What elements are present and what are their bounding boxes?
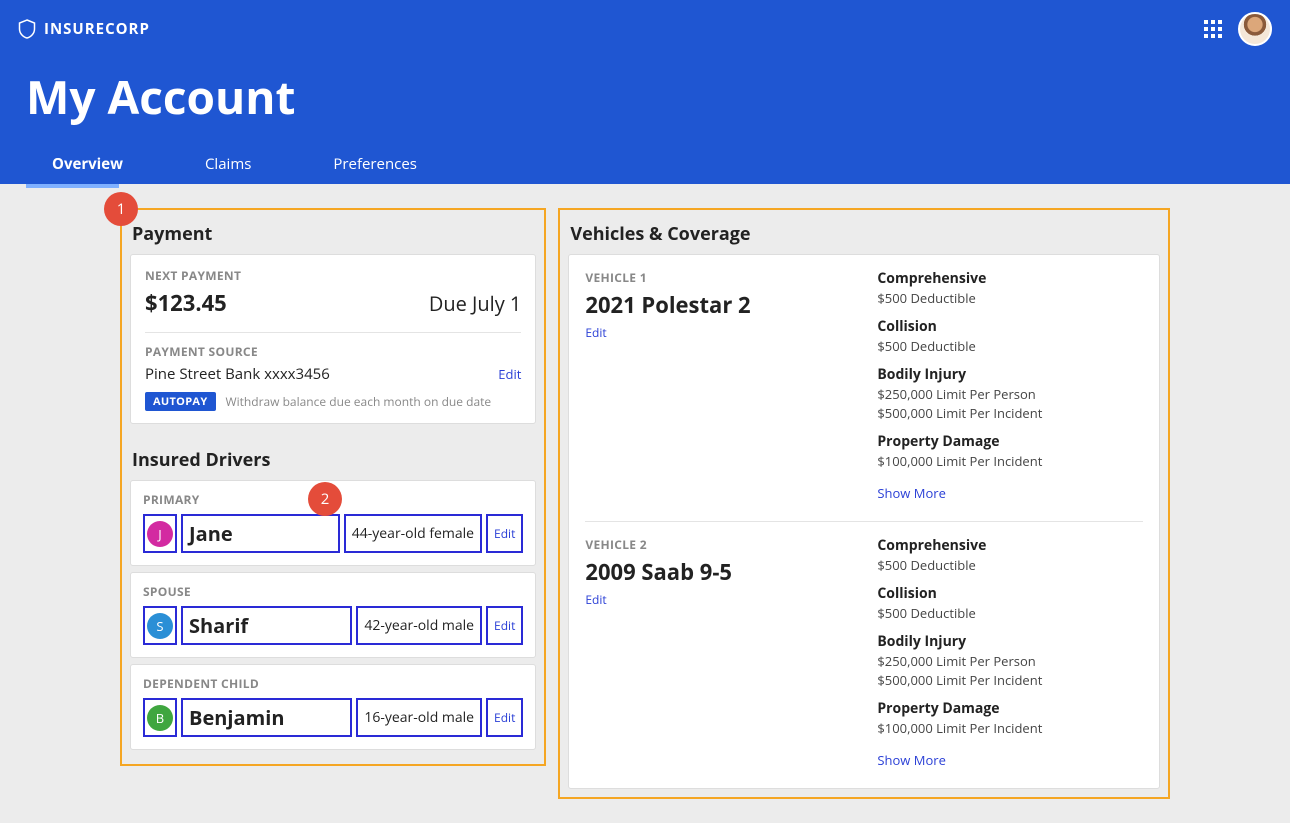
vehicles-card: VEHICLE 1 2021 Polestar 2 Edit Comprehensiv… [568, 254, 1160, 789]
coverage-item: Collision$500 Deductible [877, 317, 1143, 355]
driver-name-box: Benjamin [181, 698, 352, 737]
vehicle-name: 2009 Saab 9-5 [585, 557, 857, 587]
coverage-item: Bodily Injury$250,000 Limit Per Person$5… [877, 365, 1143, 422]
left-column: 1 2 Payment NEXT PAYMENT $123.45 Due Jul… [120, 208, 546, 766]
coverage-item: Collision$500 Deductible [877, 584, 1143, 622]
autopay-description: Withdraw balance due each month on due d… [226, 393, 492, 410]
driver-initial-icon: B [147, 705, 173, 731]
show-more-link[interactable]: Show More [877, 484, 946, 502]
driver-desc-box: 16-year-old male [356, 698, 482, 737]
coverage-detail: $500 Deductible [877, 289, 1143, 307]
annotation-marker-1: 1 [104, 192, 138, 226]
driver-avatar-box: B [143, 698, 177, 737]
coverage-item: Comprehensive$500 Deductible [877, 269, 1143, 307]
edit-driver-link[interactable]: Edit [494, 525, 515, 542]
driver-avatar-box: J [143, 514, 177, 553]
coverage-name: Comprehensive [877, 536, 1143, 555]
edit-payment-source-link[interactable]: Edit [498, 365, 521, 383]
driver-edit-box: Edit [486, 606, 523, 645]
coverage-detail: $500,000 Limit Per Incident [877, 404, 1143, 422]
coverage-detail: $500,000 Limit Per Incident [877, 671, 1143, 689]
driver-role: SPOUSE [143, 583, 523, 600]
payment-card: NEXT PAYMENT $123.45 Due July 1 PAYMENT … [130, 254, 536, 424]
vehicle-label: VEHICLE 2 [585, 536, 857, 553]
driver-avatar-box: S [143, 606, 177, 645]
driver-description: 44-year-old female [352, 524, 474, 543]
coverage-detail: $100,000 Limit Per Incident [877, 452, 1143, 470]
app-header: INSURECORP My Account OverviewClaimsPref… [0, 0, 1290, 184]
driver-initial-icon: S [147, 613, 173, 639]
annotation-marker-2: 2 [308, 482, 342, 516]
coverage-item: Bodily Injury$250,000 Limit Per Person$5… [877, 632, 1143, 689]
driver-description: 16-year-old male [364, 708, 474, 727]
coverage-item: Property Damage$100,000 Limit Per Incide… [877, 432, 1143, 470]
payment-amount: $123.45 [145, 288, 227, 318]
coverage-detail: $250,000 Limit Per Person [877, 652, 1143, 670]
payment-source-label: PAYMENT SOURCE [145, 343, 521, 360]
vehicles-section-title: Vehicles & Coverage [570, 222, 1160, 246]
coverage-name: Property Damage [877, 432, 1143, 451]
coverage-name: Comprehensive [877, 269, 1143, 288]
tab-preferences[interactable]: Preferences [307, 144, 473, 184]
drivers-list: PRIMARYJJane44-year-old femaleEditSPOUSE… [130, 480, 536, 750]
brand-text: INSURECORP [44, 19, 150, 39]
coverage-item: Comprehensive$500 Deductible [877, 536, 1143, 574]
drivers-section-title: Insured Drivers [132, 448, 536, 472]
coverage-detail: $500 Deductible [877, 337, 1143, 355]
coverage-name: Collision [877, 317, 1143, 336]
driver-name: Jane [189, 520, 332, 547]
tab-claims[interactable]: Claims [179, 144, 307, 184]
driver-name: Benjamin [189, 704, 344, 731]
tab-overview[interactable]: Overview [26, 144, 179, 184]
driver-name-box: Sharif [181, 606, 352, 645]
driver-desc-box: 44-year-old female [344, 514, 482, 553]
right-column: Vehicles & Coverage VEHICLE 1 2021 Polest… [558, 208, 1170, 799]
edit-driver-link[interactable]: Edit [494, 709, 515, 726]
payment-due: Due July 1 [429, 290, 522, 317]
coverage-detail: $250,000 Limit Per Person [877, 385, 1143, 403]
payment-source-value: Pine Street Bank xxxx3456 [145, 364, 330, 384]
driver-name-box: Jane [181, 514, 340, 553]
coverage-name: Property Damage [877, 699, 1143, 718]
vehicle-block: VEHICLE 22009 Saab 9-5EditComprehensive$… [585, 521, 1143, 770]
driver-name: Sharif [189, 612, 344, 639]
coverage-detail: $500 Deductible [877, 556, 1143, 574]
edit-vehicle-link[interactable]: Edit [585, 591, 606, 608]
coverage-name: Collision [877, 584, 1143, 603]
driver-role: DEPENDENT CHILD [143, 675, 523, 692]
driver-desc-box: 42-year-old male [356, 606, 482, 645]
driver-description: 42-year-old male [364, 616, 474, 635]
driver-initial-icon: J [147, 521, 173, 547]
coverage-name: Bodily Injury [877, 365, 1143, 384]
vehicle-label: VEHICLE 1 [585, 269, 857, 286]
driver-card: SPOUSE S Sharif 42-year-old male Edit [130, 572, 536, 658]
apps-grid-icon[interactable] [1204, 20, 1222, 38]
edit-driver-link[interactable]: Edit [494, 617, 515, 634]
payment-section-title: Payment [132, 222, 536, 246]
coverage-detail: $100,000 Limit Per Incident [877, 719, 1143, 737]
vehicle-name: 2021 Polestar 2 [585, 290, 857, 320]
coverage-item: Property Damage$100,000 Limit Per Incide… [877, 699, 1143, 737]
coverage-detail: $500 Deductible [877, 604, 1143, 622]
nav-tabs: OverviewClaimsPreferences [0, 144, 1290, 184]
user-avatar[interactable] [1238, 12, 1272, 46]
shield-icon [18, 18, 36, 40]
next-payment-label: NEXT PAYMENT [145, 267, 521, 284]
show-more-link[interactable]: Show More [877, 751, 946, 769]
driver-edit-box: Edit [486, 514, 523, 553]
page-title: My Account [0, 46, 1290, 144]
autopay-badge: AUTOPAY [145, 392, 216, 411]
coverage-name: Bodily Injury [877, 632, 1143, 651]
driver-edit-box: Edit [486, 698, 523, 737]
driver-card: DEPENDENT CHILD B Benjamin 16-year-old male… [130, 664, 536, 750]
vehicle-block: VEHICLE 1 2021 Polestar 2 Edit Comprehensiv… [585, 269, 1143, 503]
edit-vehicle-link[interactable]: Edit [585, 324, 606, 341]
brand-logo[interactable]: INSURECORP [18, 18, 150, 40]
